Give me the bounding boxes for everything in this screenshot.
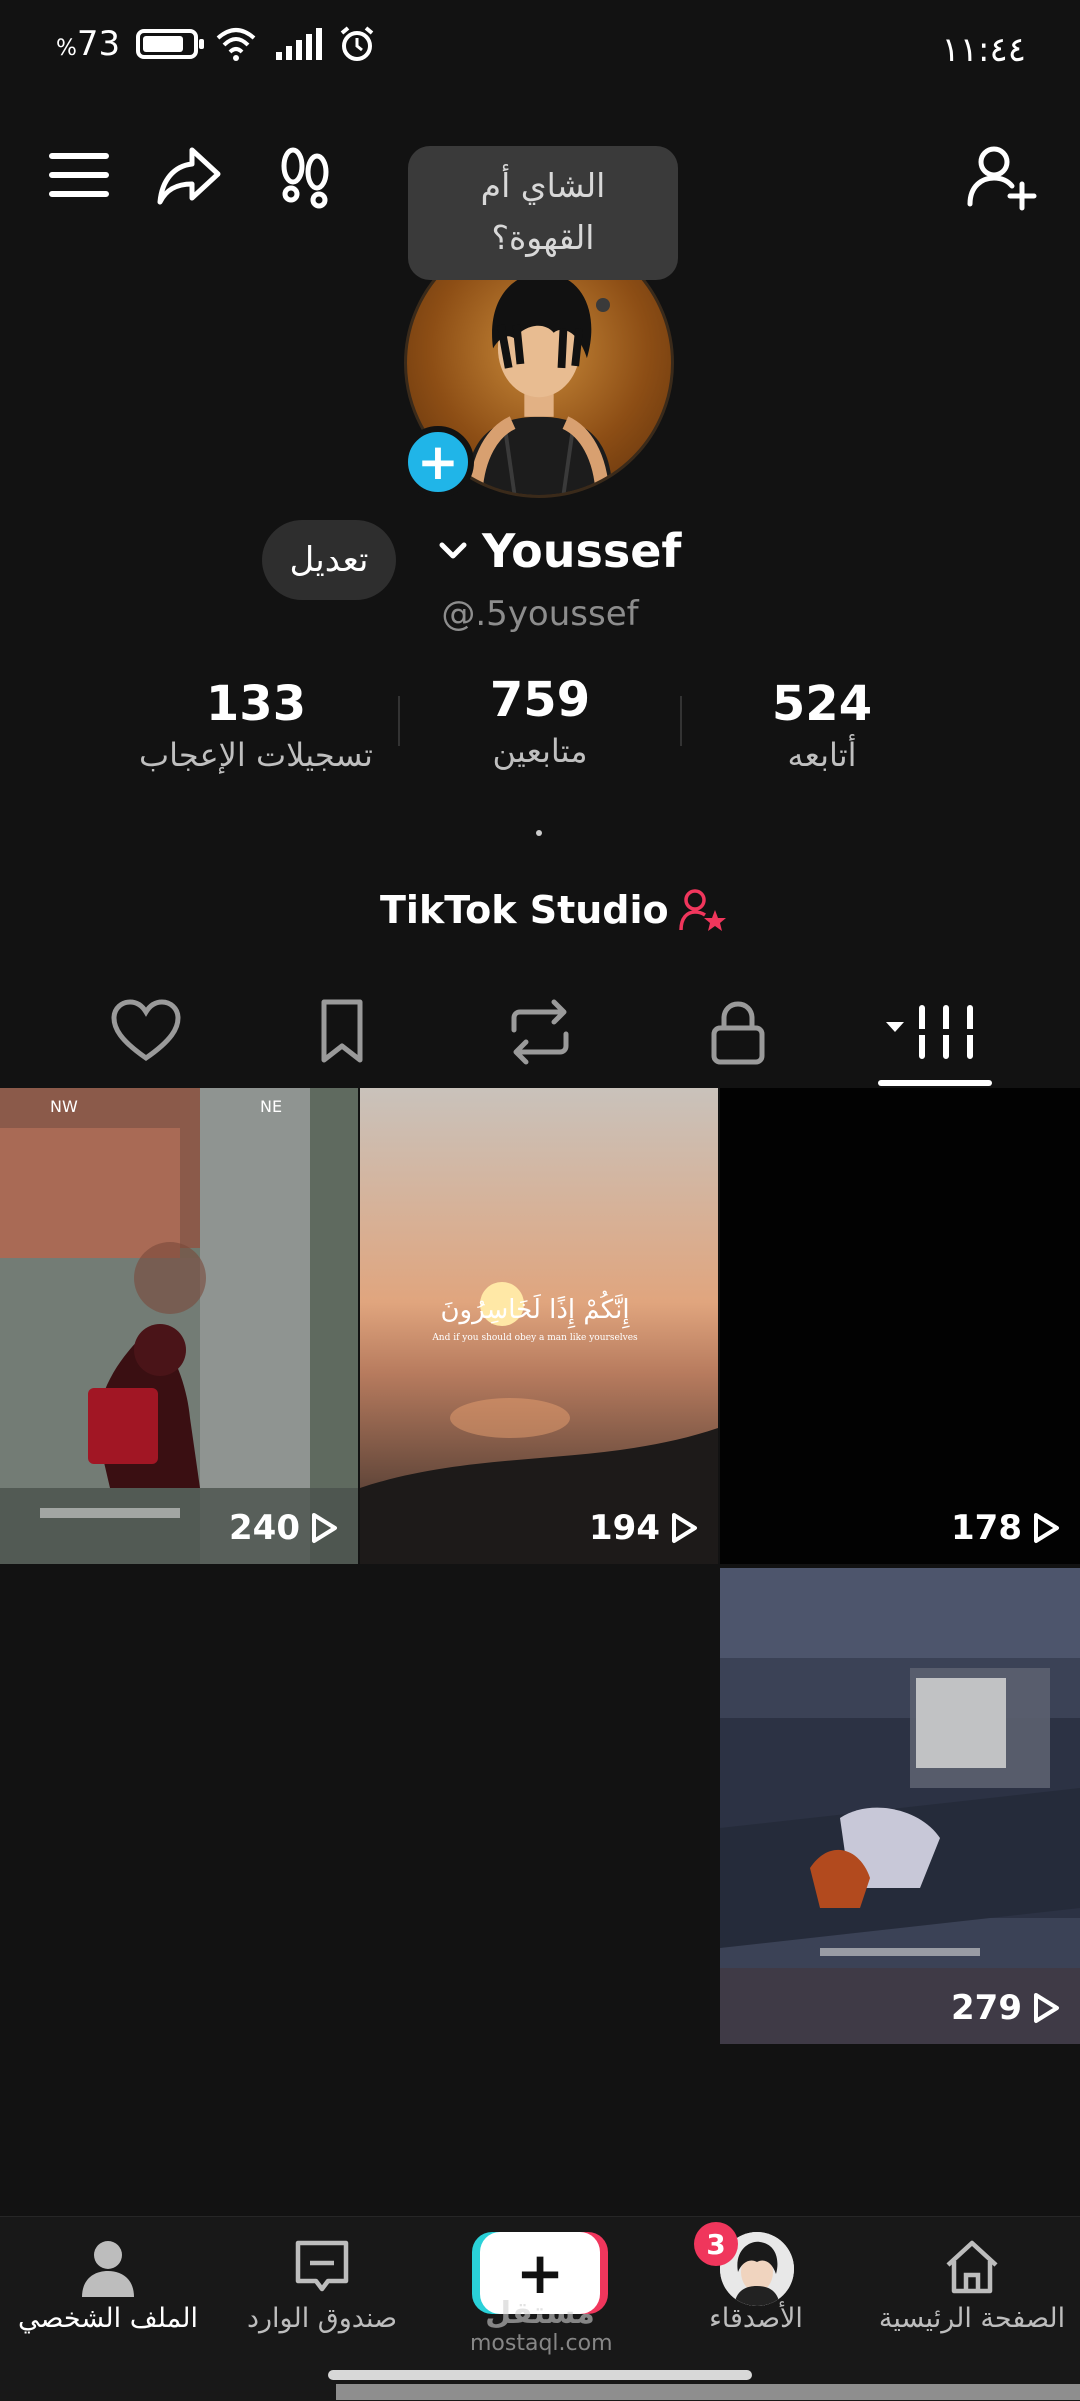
status-left: %73 — [56, 24, 376, 64]
friends-notification-badge: 3 — [694, 2222, 738, 2266]
view-count-value: 178 — [951, 1508, 1022, 1548]
followers-label: متابعين — [492, 732, 588, 770]
video-thumbnail — [720, 1568, 1080, 2044]
inbox-icon — [290, 2235, 354, 2299]
lock-icon — [711, 1001, 765, 1065]
tiktok-studio-link[interactable]: TikTok Studio — [380, 888, 727, 932]
status-bar: %73 ١١:٤٤ — [0, 0, 1080, 100]
nav-inbox[interactable]: صندوق الوارد — [222, 2235, 422, 2334]
play-icon — [312, 1513, 337, 1543]
studio-label: TikTok Studio — [380, 888, 669, 932]
view-count-value: 240 — [229, 1508, 300, 1548]
stat-divider — [680, 696, 682, 746]
tab-reposts[interactable] — [500, 992, 580, 1072]
home-icon — [940, 2235, 1004, 2299]
bookmark-icon — [321, 999, 363, 1063]
likes-label: تسجيلات الإعجاب — [139, 736, 373, 774]
alarm-icon — [340, 26, 374, 61]
view-count-value: 279 — [951, 1988, 1022, 2028]
video-tile-pubg-2[interactable]: 279 — [720, 1568, 1080, 2044]
video-thumbnail: NW NE — [0, 1088, 358, 1564]
add-avatar-button[interactable]: + — [402, 426, 474, 498]
watermark-ar: مستقل — [485, 2296, 595, 2331]
nav-home[interactable]: الصفحة الرئيسية — [872, 2235, 1072, 2334]
active-tab-indicator — [878, 1080, 992, 1086]
repost-icon — [511, 999, 569, 1065]
note-bubble[interactable]: الشاي أم القهوة؟ — [408, 146, 678, 280]
following-stat[interactable]: 524 أتابعه — [702, 676, 942, 774]
scroll-indicator — [336, 2384, 1080, 2400]
svg-text:NW: NW — [50, 1097, 78, 1116]
status-time: ١١:٤٤ — [941, 30, 1026, 70]
following-label: أتابعه — [787, 736, 857, 774]
stat-divider — [398, 696, 400, 746]
bio-placeholder[interactable] — [536, 830, 542, 836]
edit-profile-button[interactable]: تعديل — [262, 520, 396, 600]
menu-icon[interactable] — [44, 140, 114, 210]
heart-icon — [111, 999, 181, 1062]
share-icon[interactable] — [154, 140, 224, 210]
video-thumbnail: إِنَّكُمْ إِذًا لَخَاسِرُونَ And if you … — [360, 1088, 718, 1564]
nav-profile[interactable]: الملف الشخصي — [8, 2235, 208, 2334]
chevron-down-icon — [439, 542, 467, 559]
nav-inbox-label: صندوق الوارد — [246, 2303, 398, 2334]
view-count: 240 — [229, 1508, 338, 1548]
followers-stat[interactable]: 759 متابعين — [420, 672, 660, 770]
view-count-value: 194 — [589, 1508, 660, 1548]
video-tile-pubg-1[interactable]: NW NE 240 — [0, 1088, 358, 1564]
creator-star-icon — [678, 889, 726, 931]
note-text-line1: الشاي أم — [480, 166, 606, 205]
tab-favorites[interactable] — [302, 992, 382, 1072]
tab-videos[interactable] — [880, 992, 990, 1072]
nav-home-label: الصفحة الرئيسية — [878, 2303, 1066, 2334]
view-count: 194 — [589, 1508, 698, 1548]
battery-icon — [136, 29, 205, 59]
following-count: 524 — [771, 676, 873, 732]
svg-text:And if you should obey a man l: And if you should obey a man like yourse… — [431, 1333, 638, 1343]
tab-liked[interactable] — [106, 992, 186, 1072]
play-icon — [672, 1513, 697, 1543]
svg-text:إِنَّكُمْ إِذًا لَخَاسِرُونَ: إِنَّكُمْ إِذًا لَخَاسِرُونَ — [440, 1290, 630, 1329]
videos-grid-icon — [886, 1005, 976, 1059]
video-tile-sunset[interactable]: إِنَّكُمْ إِذًا لَخَاسِرُونَ And if you … — [360, 1088, 718, 1564]
nav-profile-label: الملف الشخصي — [18, 2303, 198, 2334]
play-icon — [1034, 1513, 1059, 1543]
video-tile-black[interactable]: 178 — [720, 1088, 1080, 1564]
svg-text:NE: NE — [260, 1097, 282, 1116]
display-name: Youssef — [482, 524, 682, 578]
followers-count: 759 — [489, 672, 591, 728]
plus-icon: + — [515, 2239, 565, 2307]
note-bubble-tail — [596, 298, 610, 312]
note-text-line2: القهوة؟ — [491, 218, 595, 257]
tab-private[interactable] — [698, 992, 778, 1072]
signal-icon — [276, 28, 323, 60]
profile-person-icon — [76, 2235, 140, 2299]
profile-handle: @.5youssef — [441, 594, 639, 634]
watermark-text: mostaql.com — [470, 2331, 613, 2356]
play-icon — [1034, 1993, 1059, 2023]
username-switcher[interactable]: Youssef — [436, 524, 681, 578]
nav-friends-label: الأصدقاء — [709, 2303, 803, 2334]
view-count: 178 — [951, 1508, 1060, 1548]
watermark: مستقل mostaql.com — [470, 2296, 613, 2356]
add-friend-icon[interactable] — [964, 140, 1038, 214]
battery-text: %73 — [56, 24, 121, 64]
likes-count: 133 — [205, 676, 307, 732]
footprints-icon[interactable] — [270, 140, 340, 210]
home-indicator[interactable] — [328, 2370, 752, 2380]
wifi-icon — [216, 28, 256, 61]
profile-tabs — [0, 980, 1080, 1090]
likes-stat[interactable]: 133 تسجيلات الإعجاب — [136, 676, 376, 774]
view-count: 279 — [951, 1988, 1060, 2028]
